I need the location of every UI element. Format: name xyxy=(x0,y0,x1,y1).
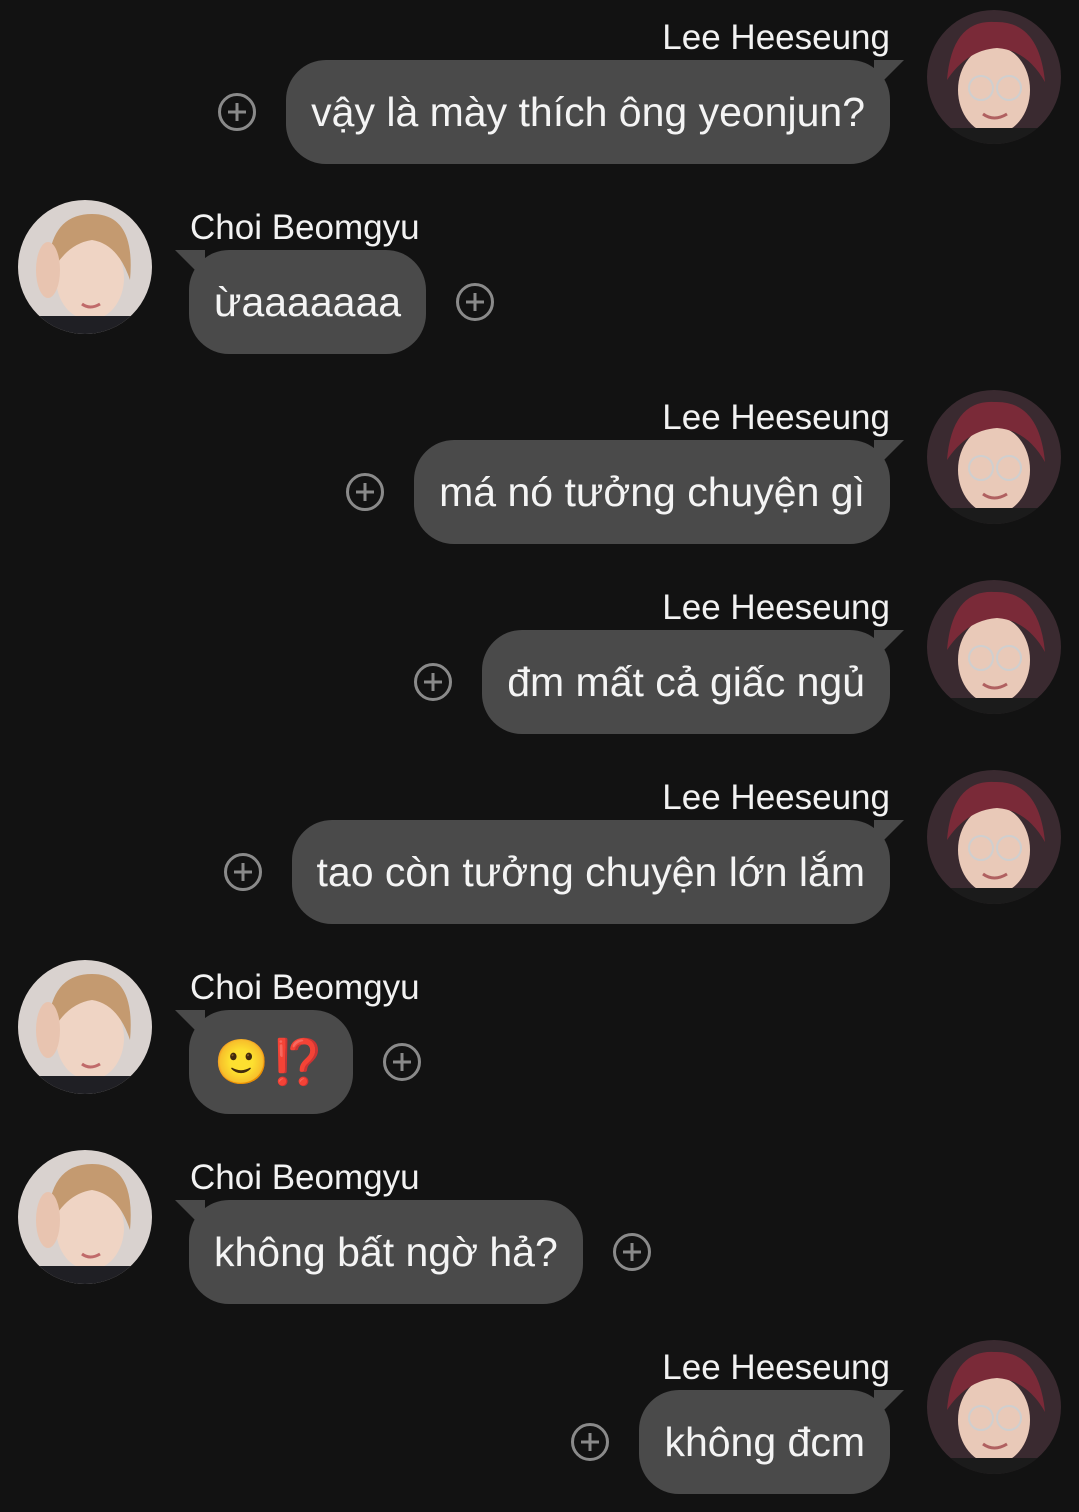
message-row: Lee Heeseung vậy là mày thích ông yeonju… xyxy=(0,0,1079,170)
message-bubble[interactable]: 🙂⁉️ xyxy=(189,1010,353,1114)
sender-name: Choi Beomgyu xyxy=(190,1158,420,1197)
plus-circle-icon[interactable] xyxy=(223,853,262,891)
plus-circle-icon[interactable] xyxy=(382,1043,421,1081)
message-row: Lee Heeseung má nó tưởng chuyện gì xyxy=(0,380,1079,550)
plus-circle-icon[interactable] xyxy=(456,283,495,321)
plus-circle-icon[interactable] xyxy=(346,473,385,511)
message-bubble[interactable]: không bất ngờ hả? xyxy=(189,1200,583,1304)
avatar[interactable] xyxy=(927,580,1061,714)
avatar[interactable] xyxy=(927,770,1061,904)
bubble-row: không bất ngờ hả? xyxy=(189,1200,651,1304)
bubble-row: ừaaaaaaa xyxy=(189,250,495,354)
message-row: Choi Beomgyu 🙂⁉️ xyxy=(0,950,1079,1120)
avatar-lee-heeseung-image xyxy=(927,580,1061,714)
bubble-row: 🙂⁉️ xyxy=(189,1010,421,1114)
message-row: Choi Beomgyu không bất ngờ hả? xyxy=(0,1140,1079,1310)
message-bubble[interactable]: vậy là mày thích ông yeonjun? xyxy=(286,60,890,164)
plus-circle-icon[interactable] xyxy=(571,1423,610,1461)
bubble-row: đm mất cả giấc ngủ xyxy=(414,630,890,734)
message-bubble[interactable]: tao còn tưởng chuyện lớn lắm xyxy=(291,820,890,924)
sender-name: Lee Heeseung xyxy=(662,778,890,817)
sender-name: Lee Heeseung xyxy=(662,18,890,57)
plus-circle-icon[interactable] xyxy=(414,663,453,701)
message-bubble[interactable]: má nó tưởng chuyện gì xyxy=(414,440,890,544)
message-row: Lee Heeseung không đcm xyxy=(0,1330,1079,1500)
avatar-lee-heeseung-image xyxy=(927,390,1061,524)
message-row: Lee Heeseung tao còn tưởng chuyện lớn lắ… xyxy=(0,760,1079,930)
avatar[interactable] xyxy=(18,200,152,334)
avatar-choi-beomgyu-image xyxy=(18,960,152,1094)
avatar[interactable] xyxy=(927,10,1061,144)
avatar-choi-beomgyu-image xyxy=(18,200,152,334)
avatar-choi-beomgyu-image xyxy=(18,1150,152,1284)
bubble-row: tao còn tưởng chuyện lớn lắm xyxy=(223,820,890,924)
avatar[interactable] xyxy=(927,1340,1061,1474)
message-row: Lee Heeseung đm mất cả giấc ngủ xyxy=(0,570,1079,740)
avatar[interactable] xyxy=(18,960,152,1094)
sender-name: Lee Heeseung xyxy=(662,588,890,627)
bubble-row: vậy là mày thích ông yeonjun? xyxy=(218,60,890,164)
message-bubble[interactable]: đm mất cả giấc ngủ xyxy=(482,630,890,734)
bubble-row: má nó tưởng chuyện gì xyxy=(346,440,890,544)
avatar-lee-heeseung-image xyxy=(927,10,1061,144)
message-bubble[interactable]: không đcm xyxy=(639,1390,890,1494)
message-bubble[interactable]: ừaaaaaaa xyxy=(189,250,427,354)
avatar-lee-heeseung-image xyxy=(927,770,1061,904)
message-row: Choi Beomgyu ừaaaaaaa xyxy=(0,190,1079,360)
sender-name: Lee Heeseung xyxy=(662,1348,890,1387)
plus-circle-icon[interactable] xyxy=(218,93,257,131)
sender-name: Lee Heeseung xyxy=(662,398,890,437)
avatar[interactable] xyxy=(18,1150,152,1284)
sender-name: Choi Beomgyu xyxy=(190,968,420,1007)
avatar[interactable] xyxy=(927,390,1061,524)
sender-name: Choi Beomgyu xyxy=(190,208,420,247)
avatar-lee-heeseung-image xyxy=(927,1340,1061,1474)
plus-circle-icon[interactable] xyxy=(612,1233,651,1271)
bubble-row: không đcm xyxy=(571,1390,890,1494)
